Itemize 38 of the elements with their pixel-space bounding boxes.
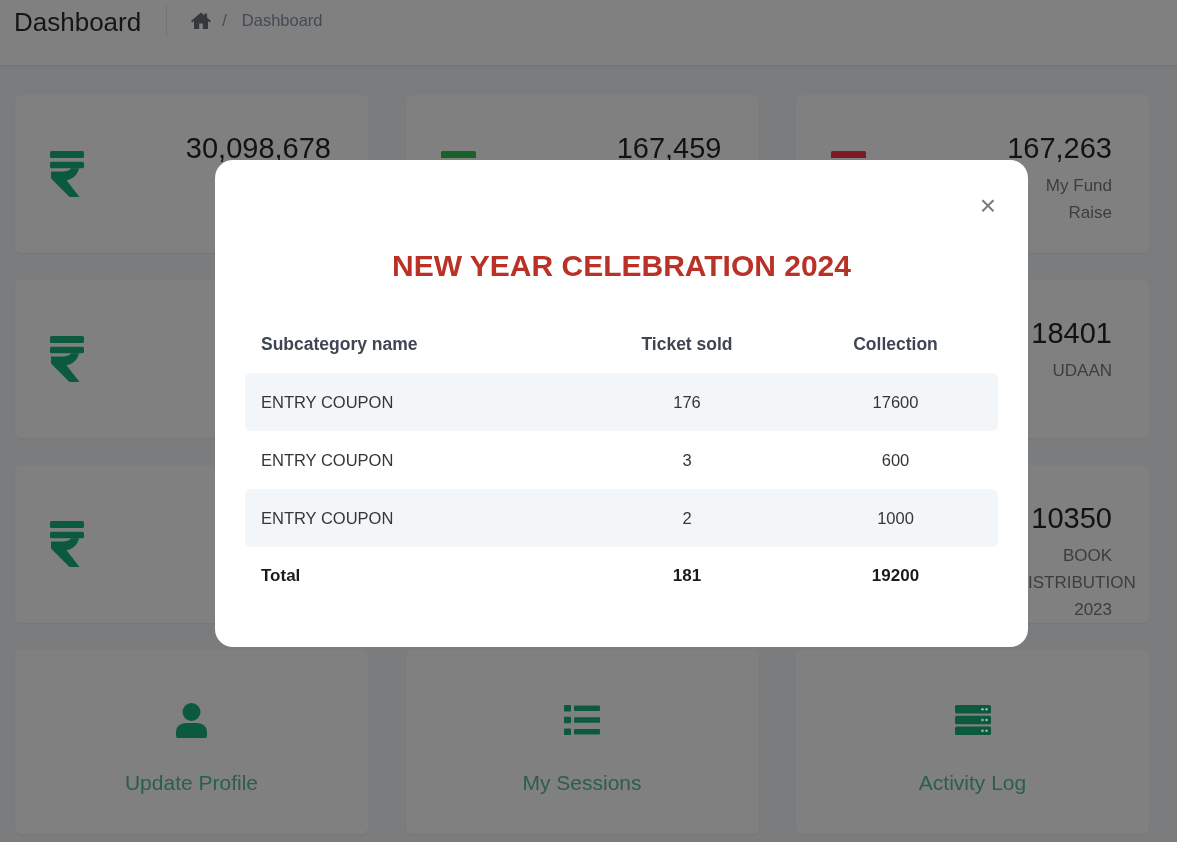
column-header: Subcategory name xyxy=(261,333,418,355)
stat-value: 167,263 xyxy=(1007,132,1112,164)
rupee-icon xyxy=(50,521,84,567)
action-card[interactable]: Update Profile xyxy=(15,650,368,834)
person-icon xyxy=(176,702,207,738)
action-card[interactable]: My Sessions xyxy=(405,650,759,834)
table-cell: ENTRY COUPON xyxy=(261,508,394,528)
stat-label: UDAAN xyxy=(1051,360,1113,382)
breadcrumb-separator: / xyxy=(222,10,227,30)
column-header: Ticket sold xyxy=(641,333,733,355)
home-icon[interactable] xyxy=(191,11,212,29)
stat-value: 18401 xyxy=(1031,317,1112,349)
close-button[interactable]: × xyxy=(975,190,1000,222)
total-cell: Total xyxy=(261,566,301,586)
action-card[interactable]: Activity Log xyxy=(796,650,1149,834)
table-cell: 176 xyxy=(673,392,701,412)
stat-value: 30,098,678 xyxy=(185,132,331,164)
table-cell: ENTRY COUPON xyxy=(261,392,394,412)
modal-title: NEW YEAR CELEBRATION 2024 xyxy=(391,248,852,284)
stat-value: 167,459 xyxy=(616,132,722,164)
stat-value: 10350 xyxy=(1031,502,1112,534)
column-header: Collection xyxy=(853,333,938,355)
table-cell: 17600 xyxy=(872,392,919,412)
table-cell: 3 xyxy=(682,450,692,470)
rupee-icon xyxy=(50,151,84,197)
server-icon xyxy=(954,705,991,735)
rupee-icon xyxy=(50,336,84,382)
total-cell: 19200 xyxy=(871,566,920,586)
list-icon xyxy=(564,705,600,735)
table-cell: 1000 xyxy=(877,508,914,528)
table-cell: ENTRY COUPON xyxy=(261,450,394,470)
table-cell: 600 xyxy=(881,450,910,470)
breadcrumb-current: Dashboard xyxy=(241,10,323,30)
table-cell: 2 xyxy=(682,508,692,528)
stat-label: BOOK ISTRIBUTION 2023 xyxy=(1028,545,1136,621)
total-cell: 181 xyxy=(672,566,702,586)
stat-label: My Fund Raise xyxy=(1044,175,1113,224)
page-title: Dashboard xyxy=(14,8,142,36)
